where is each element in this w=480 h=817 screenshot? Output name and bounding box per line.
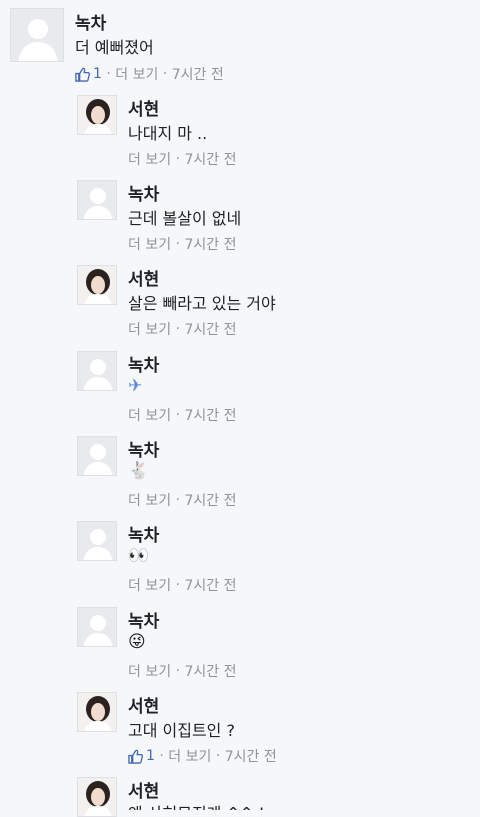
comment-meta: 더 보기 · 7시간 전 (128, 407, 237, 424)
comment-text: 고대 이집트인 ? (128, 721, 235, 740)
timestamp[interactable]: 7시간 전 (184, 237, 236, 253)
timestamp[interactable]: 7시간 전 (184, 152, 236, 168)
more-link[interactable]: 더 보기 (128, 322, 171, 338)
comment-meta: 1 · 더 보기 · 7시간 전 (75, 64, 224, 84)
rabbit-emoji: 🐇 (128, 461, 150, 481)
timestamp[interactable]: 7시간 전 (184, 664, 236, 680)
like-count[interactable]: 1 (146, 748, 155, 764)
commenter-name[interactable]: 서현 (128, 95, 159, 120)
more-link[interactable]: 더 보기 (168, 749, 211, 765)
profile-photo-avatar[interactable] (77, 265, 117, 305)
timestamp[interactable]: 7시간 전 (225, 749, 277, 765)
commenter-name[interactable]: 녹차 (128, 607, 159, 632)
more-link[interactable]: 더 보기 (128, 493, 171, 509)
timestamp[interactable]: 7시간 전 (172, 67, 224, 83)
timestamp[interactable]: 7시간 전 (184, 408, 236, 424)
comment-meta: 더 보기 · 7시간 전 (128, 663, 237, 680)
more-link[interactable]: 더 보기 (115, 67, 158, 83)
commenter-name[interactable]: 서현 (128, 777, 159, 802)
comment-meta: 더 보기 · 7시간 전 (128, 151, 237, 168)
default-avatar[interactable] (77, 521, 117, 561)
comment-meta: 1 · 더 보기 · 7시간 전 (128, 746, 277, 766)
commenter-name[interactable]: 녹차 (128, 180, 159, 205)
commenter-name[interactable]: 녹차 (128, 521, 159, 546)
comment-meta: 더 보기 · 7시간 전 (128, 236, 237, 253)
default-avatar[interactable] (77, 436, 117, 476)
more-link[interactable]: 더 보기 (128, 578, 171, 594)
comment-meta: 더 보기 · 7시간 전 (128, 577, 237, 594)
comment-text: 살은 빼라고 있는 거야 (128, 294, 276, 313)
more-link[interactable]: 더 보기 (128, 237, 171, 253)
comment-text: 더 예뻐졌어 (75, 38, 154, 57)
default-avatar[interactable] (10, 8, 64, 62)
comment-meta: 더 보기 · 7시간 전 (128, 492, 237, 509)
comment-text: 근데 볼살이 없네 (128, 209, 242, 228)
profile-photo-avatar[interactable] (77, 692, 117, 732)
more-link[interactable]: 더 보기 (128, 408, 171, 424)
default-avatar[interactable] (77, 351, 117, 391)
airplane-emoji: ✈ (128, 376, 143, 396)
profile-photo-avatar[interactable] (77, 777, 117, 817)
commenter-name[interactable]: 녹차 (75, 9, 106, 34)
commenter-name[interactable]: 서현 (128, 692, 159, 717)
timestamp[interactable]: 7시간 전 (184, 493, 236, 509)
commenter-name[interactable]: 녹차 (128, 436, 159, 461)
more-link[interactable]: 더 보기 (128, 152, 171, 168)
like-count[interactable]: 1 (93, 66, 102, 82)
winking-tongue-emoji: 😜 (128, 632, 146, 652)
timestamp[interactable]: 7시간 전 (184, 578, 236, 594)
timestamp[interactable]: 7시간 전 (184, 322, 236, 338)
comment-meta: 더 보기 · 7시간 전 (128, 321, 237, 338)
eyes-emoji: 👀 (128, 546, 150, 566)
more-link[interactable]: 더 보기 (128, 664, 171, 680)
comment-text: 나대지 마 .. (128, 124, 208, 143)
like-thumb-icon[interactable] (128, 748, 146, 764)
default-avatar[interactable] (77, 180, 117, 220)
profile-photo-avatar[interactable] (77, 95, 117, 135)
like-thumb-icon[interactable] (75, 66, 93, 82)
commenter-name[interactable]: 녹차 (128, 351, 159, 376)
commenter-name[interactable]: 서현 (128, 265, 159, 290)
default-avatar[interactable] (77, 607, 117, 647)
comment-text: 왜 사혀모지게 ^^ ! (128, 800, 265, 810)
